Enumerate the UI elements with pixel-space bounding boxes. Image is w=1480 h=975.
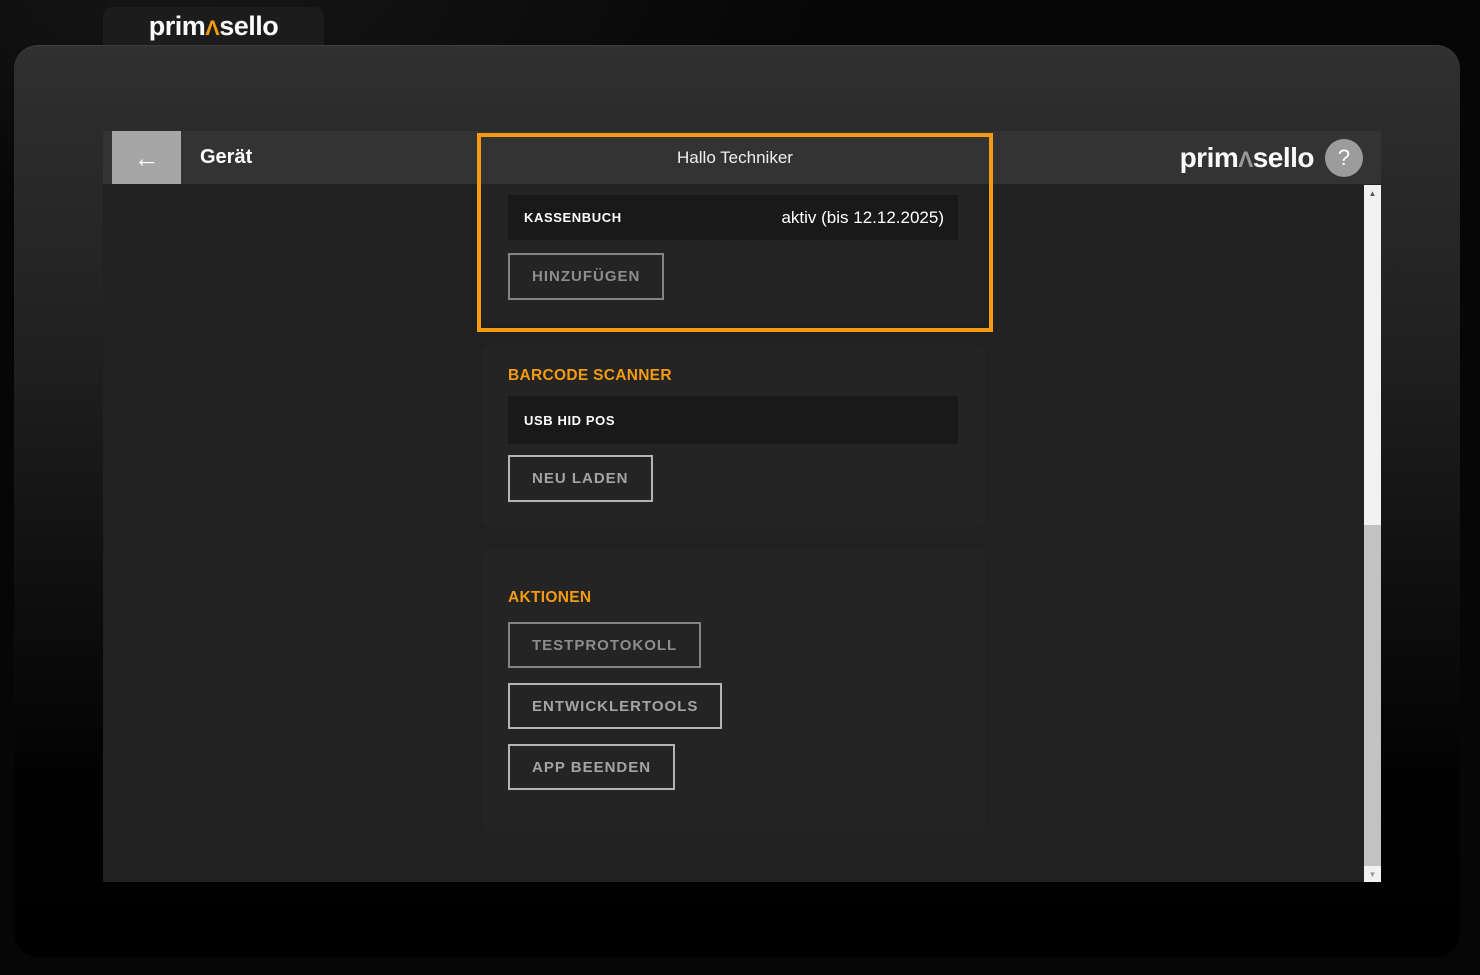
primasello-mark-icon: Λ [205, 15, 219, 40]
entwicklertools-button[interactable]: ENTWICKLERTOOLS [508, 683, 722, 729]
primasello-header-mark-icon: Λ [1238, 147, 1252, 172]
app-header: ← Gerät Hallo Techniker primΛsello ? [103, 131, 1381, 184]
scrollbar-thumb[interactable] [1364, 525, 1381, 866]
scroll-up-arrow-icon[interactable]: ▲ [1364, 185, 1381, 201]
page-title: Gerät [200, 131, 252, 184]
header-right-group: primΛsello ? [1180, 131, 1363, 184]
hinzufuegen-button[interactable]: HINZUFÜGEN [508, 253, 664, 300]
desktop-background: primΛsello ← Gerät Hallo Techniker primΛ… [0, 0, 1480, 975]
greeting-text: Hallo Techniker [477, 131, 993, 184]
barcode-scanner-card: BARCODE SCANNER USB HID POS NEU LADEN [483, 345, 985, 527]
testprotokoll-button[interactable]: TESTPROTOKOLL [508, 622, 701, 668]
scroll-down-arrow-icon[interactable]: ▼ [1364, 866, 1381, 882]
vertical-scrollbar[interactable]: ▲ ▼ [1364, 185, 1381, 882]
barcode-scanner-heading: BARCODE SCANNER [508, 367, 958, 385]
kassenbuch-row-label: KASSENBUCH [524, 210, 622, 225]
logo-text-post: sello [219, 11, 278, 41]
neu-laden-button[interactable]: NEU LADEN [508, 455, 653, 502]
header-logo-text-post: sello [1253, 142, 1314, 173]
app-beenden-button[interactable]: APP BEENDEN [508, 744, 675, 790]
back-button[interactable]: ← [112, 131, 181, 184]
scanner-device-row[interactable]: USB HID POS [508, 396, 958, 444]
kassenbuch-row[interactable]: KASSENBUCH aktiv (bis 12.12.2025) [508, 195, 958, 240]
scanner-device-label: USB HID POS [524, 413, 615, 428]
app-tab[interactable]: primΛsello [103, 7, 324, 45]
button-row: TESTPROTOKOLL [508, 622, 958, 668]
device-settings-page: ← Gerät Hallo Techniker primΛsello ? KAS… [103, 131, 1381, 882]
primasello-logo: primΛsello [149, 11, 278, 42]
help-button[interactable]: ? [1325, 139, 1363, 177]
actions-card: AKTIONEN TESTPROTOKOLL ENTWICKLERTOOLS A… [483, 549, 985, 832]
primasello-header-logo: primΛsello [1180, 142, 1314, 174]
kassenbuch-status: aktiv (bis 12.12.2025) [781, 208, 944, 228]
actions-button-list: TESTPROTOKOLL ENTWICKLERTOOLS APP BEENDE… [508, 622, 958, 790]
header-logo-text-pre: prim [1180, 142, 1239, 173]
actions-heading: AKTIONEN [508, 589, 958, 607]
kassenbuch-card: KASSENBUCH aktiv (bis 12.12.2025) HINZUF… [483, 184, 985, 323]
button-row: ENTWICKLERTOOLS [508, 683, 958, 729]
button-row: APP BEENDEN [508, 744, 958, 790]
back-arrow-icon: ← [134, 145, 160, 171]
logo-text-pre: prim [149, 11, 206, 41]
